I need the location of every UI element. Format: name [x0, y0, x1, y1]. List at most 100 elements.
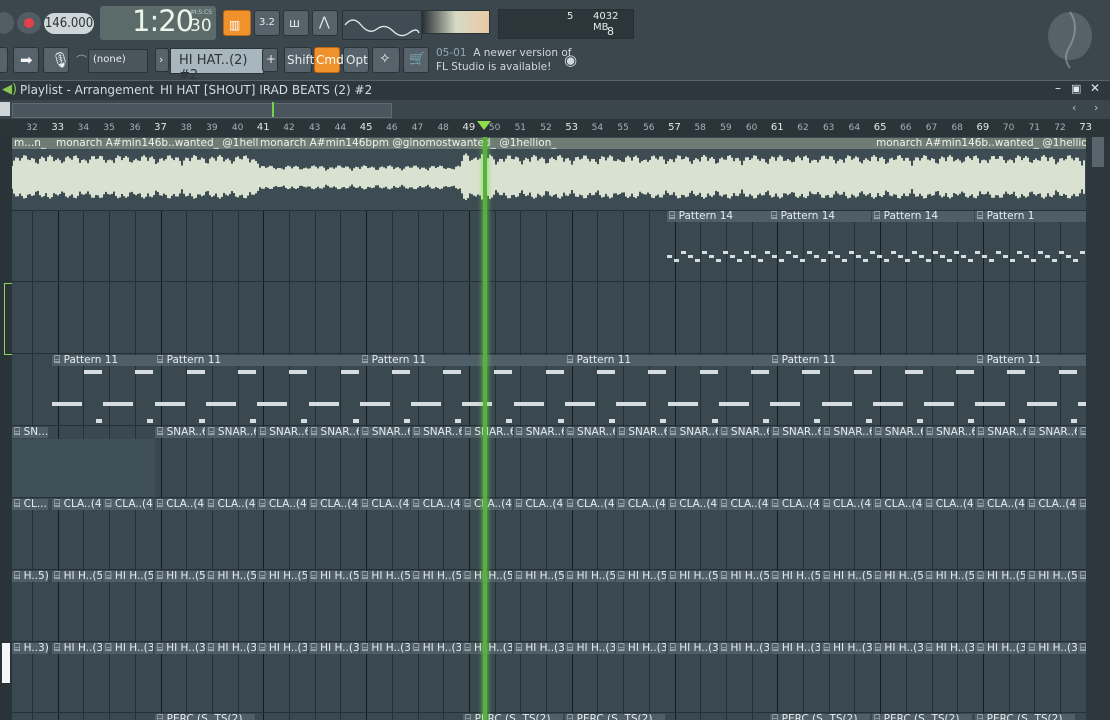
- pattern-clip[interactable]: ⌸ CLA..(4): [103, 499, 154, 510]
- pattern-clip[interactable]: ⌸ HI H..(3): [103, 643, 154, 654]
- audio-clip-label[interactable]: monarch A#min146b..wanted_ @1hellion_: [874, 138, 1086, 149]
- pattern-arrow-button[interactable]: ›: [155, 48, 169, 72]
- pattern-clip[interactable]: ⌸ HI H..(3): [154, 643, 205, 654]
- pattern-clip[interactable]: ⌸ HI H..(3): [359, 643, 410, 654]
- pattern-11-clip[interactable]: ⌸ Pattern 11: [155, 355, 360, 366]
- clip-first[interactable]: ⌸ H..3): [12, 643, 48, 654]
- pattern-clip[interactable]: ⌸ CLA..(4): [616, 499, 667, 510]
- pattern-14-clip[interactable]: ⌸ Pattern 14: [872, 211, 974, 222]
- pattern-clip[interactable]: ⌸ HI H..(5): [205, 571, 256, 582]
- clip-first[interactable]: ⌸ CL...: [12, 499, 48, 510]
- pattern-clip[interactable]: ⌸ HI H..(5): [1026, 571, 1077, 582]
- pattern-clip[interactable]: ⌸ SNAR..6): [821, 427, 872, 438]
- pattern-clip[interactable]: ⌸ HI H..(5): [1078, 571, 1086, 582]
- pattern-clip[interactable]: ⌸ SNAR..6): [770, 427, 821, 438]
- pattern-clip[interactable]: ⌸ HI H..(3): [821, 643, 872, 654]
- breadcrumb[interactable]: HI HAT [SHOUT] IRAD BEATS (2) #2: [160, 83, 372, 97]
- pattern-clip[interactable]: ⌸ SNAR..6): [924, 427, 975, 438]
- globe-icon[interactable]: ◉: [564, 51, 577, 69]
- pattern-clip[interactable]: ⌸ CLA..(4): [770, 499, 821, 510]
- opt-button[interactable]: Opt: [343, 47, 369, 73]
- shop-button[interactable]: 🛒: [403, 47, 429, 73]
- pattern-11-clip[interactable]: ⌸ Pattern 11: [360, 355, 565, 366]
- pattern-clip[interactable]: ⌸ HI H..(3): [872, 643, 923, 654]
- metronome-button[interactable]: ⋀: [312, 10, 338, 36]
- pattern-clip[interactable]: ⌸ CLA..(4): [1078, 499, 1086, 510]
- pattern-clip[interactable]: ⌸ CLA..(4): [257, 499, 308, 510]
- pattern-clip[interactable]: ⌸ HI H..(5): [821, 571, 872, 582]
- timeline-ruler[interactable]: 32 33 34 35 36 37 38 39 40 41 42 43 44 45 46 47 48 49 50 51…: [0, 119, 1110, 137]
- pattern-11-clip[interactable]: ⌸ Pattern 11: [975, 355, 1086, 366]
- snap-button[interactable]: [0, 47, 8, 73]
- arrow-right-button[interactable]: ➡: [13, 47, 39, 73]
- pattern-clip[interactable]: ⌸ HI H..(3): [308, 643, 359, 654]
- pattern-clip[interactable]: ⌸ HI H..(3): [1026, 643, 1077, 654]
- pattern-clip[interactable]: ⌸ SNAR..6): [719, 427, 770, 438]
- pattern-clip[interactable]: ⌸ SNAR..6): [975, 427, 1026, 438]
- vertical-scrollbar[interactable]: [1086, 137, 1110, 720]
- pattern-clip[interactable]: ⌸ HI H..(3): [52, 643, 102, 654]
- speaker-icon[interactable]: ◀): [2, 82, 17, 97]
- pattern-clip[interactable]: ⌸ SNAR..6): [360, 427, 411, 438]
- pattern-clip[interactable]: ⌸ CLA..(4): [667, 499, 718, 510]
- pattern-clip[interactable]: ⌸ HI H..(5): [718, 571, 769, 582]
- pattern-clip[interactable]: ⌸ HI H..(5): [52, 571, 102, 582]
- tempo-display[interactable]: 146.000: [44, 13, 94, 34]
- pattern-clip[interactable]: ⌸ SNAR..6): [514, 427, 565, 438]
- pattern-clip[interactable]: ⌸ HI H..(3): [205, 643, 256, 654]
- horizontal-scrollbar[interactable]: ‹ ›: [0, 100, 1110, 119]
- pattern-clip[interactable]: ⌸ CLA..(4): [718, 499, 769, 510]
- perc-clip[interactable]: ⌸ PERC (S..TS(2): [463, 714, 563, 720]
- perc-clip[interactable]: ⌸ PERC (S..TS(2): [975, 714, 1075, 720]
- pattern-clip[interactable]: ⌸ SNAR..6): [668, 427, 718, 438]
- pattern-clip[interactable]: ⌸ HI H..(3): [616, 643, 667, 654]
- audio-clip-label[interactable]: monarch A#min146bpm @ginomostwanted_ @1h…: [258, 138, 874, 149]
- minimize-icon[interactable]: –: [1055, 81, 1061, 95]
- pattern-clip[interactable]: ⌸ SNAR..6): [873, 427, 924, 438]
- perc-clip[interactable]: ⌸ PERC (S..TS(2): [155, 714, 255, 720]
- vscroll-thumb[interactable]: [1092, 137, 1104, 167]
- pattern-clip[interactable]: ⌸ HI H..(5): [616, 571, 667, 582]
- pattern-clip[interactable]: ⌸ SNAR..6): [257, 427, 308, 438]
- scroll-thumb[interactable]: [12, 103, 392, 118]
- pattern-clip[interactable]: ⌸ HI H..(3): [462, 643, 513, 654]
- pattern-clip[interactable]: ⌸ HI H..(3): [770, 643, 821, 654]
- pattern-clip[interactable]: ⌸ CLA..(4): [924, 499, 975, 510]
- pattern-clip[interactable]: ⌸ CLA..(4): [411, 499, 462, 510]
- record-button[interactable]: [17, 12, 41, 34]
- audio-clip-label[interactable]: m...n_: [12, 138, 54, 149]
- pattern-11-clip[interactable]: ⌸ Pattern 11: [565, 355, 770, 366]
- pattern-clip[interactable]: ⌸ CLA..(4): [821, 499, 872, 510]
- pattern-clip[interactable]: ⌸ CLA..(4): [205, 499, 256, 510]
- shift-button[interactable]: Shift: [284, 47, 314, 73]
- pattern-clip[interactable]: ⌸ HI H..(5): [667, 571, 718, 582]
- playlist-tracks[interactable]: m...n_ monarch A#min146b..wanted_ @1helli…: [12, 137, 1086, 720]
- master-volume-meter[interactable]: [422, 10, 490, 34]
- stop-button[interactable]: [0, 12, 14, 34]
- pattern-clip[interactable]: ⌸ SNAR..6): [206, 427, 257, 438]
- pattern-clip[interactable]: ⌸ CLA..(4): [1026, 499, 1077, 510]
- perc-clip[interactable]: ⌸ PERC (S..TS(2): [565, 714, 665, 720]
- close-icon[interactable]: ✕: [1090, 81, 1100, 95]
- pattern-clip[interactable]: ⌸ CLA..(4): [308, 499, 359, 510]
- perc-clip[interactable]: ⌸ PERC (S..TS(2): [770, 714, 870, 720]
- scroll-right-icon[interactable]: ‹: [1072, 101, 1076, 114]
- pattern-clip[interactable]: ⌸ SNAR..6): [155, 427, 205, 438]
- pattern-clip[interactable]: ⌸ SNAR..6): [565, 427, 616, 438]
- pattern-clip[interactable]: ⌸ CLA..(4): [462, 499, 513, 510]
- loop-record-button[interactable]: ꟺ: [283, 10, 309, 36]
- pattern-14-clip[interactable]: ⌸ Pattern 14: [769, 211, 871, 222]
- pattern-clip[interactable]: ⌸ SNAR..6): [411, 427, 462, 438]
- pattern-clip[interactable]: ⌸ HI H..(5): [565, 571, 615, 582]
- pattern-clip[interactable]: ⌸ CLA..(4): [154, 499, 205, 510]
- typing-keyboard-button[interactable]: ▥: [223, 10, 251, 36]
- pattern-clip[interactable]: ⌸ HI H..(3): [565, 643, 615, 654]
- pattern-clip[interactable]: ⌸ HI H..(3): [257, 643, 308, 654]
- add-pattern-button[interactable]: +: [262, 48, 278, 72]
- news-panel[interactable]: 05-01 A newer version of FL Studio is av…: [436, 46, 571, 74]
- pattern-clip[interactable]: ⌸ HI H..(3): [513, 643, 564, 654]
- pattern-clip[interactable]: ⌸ HI H..(3): [1078, 643, 1086, 654]
- pattern-clip[interactable]: ⌸ HI H..(5): [513, 571, 564, 582]
- pattern-clip[interactable]: ⌸ HI H..(5): [924, 571, 975, 582]
- audio-clip-label[interactable]: monarch A#min146b..wanted_ @1hellion_: [54, 138, 258, 149]
